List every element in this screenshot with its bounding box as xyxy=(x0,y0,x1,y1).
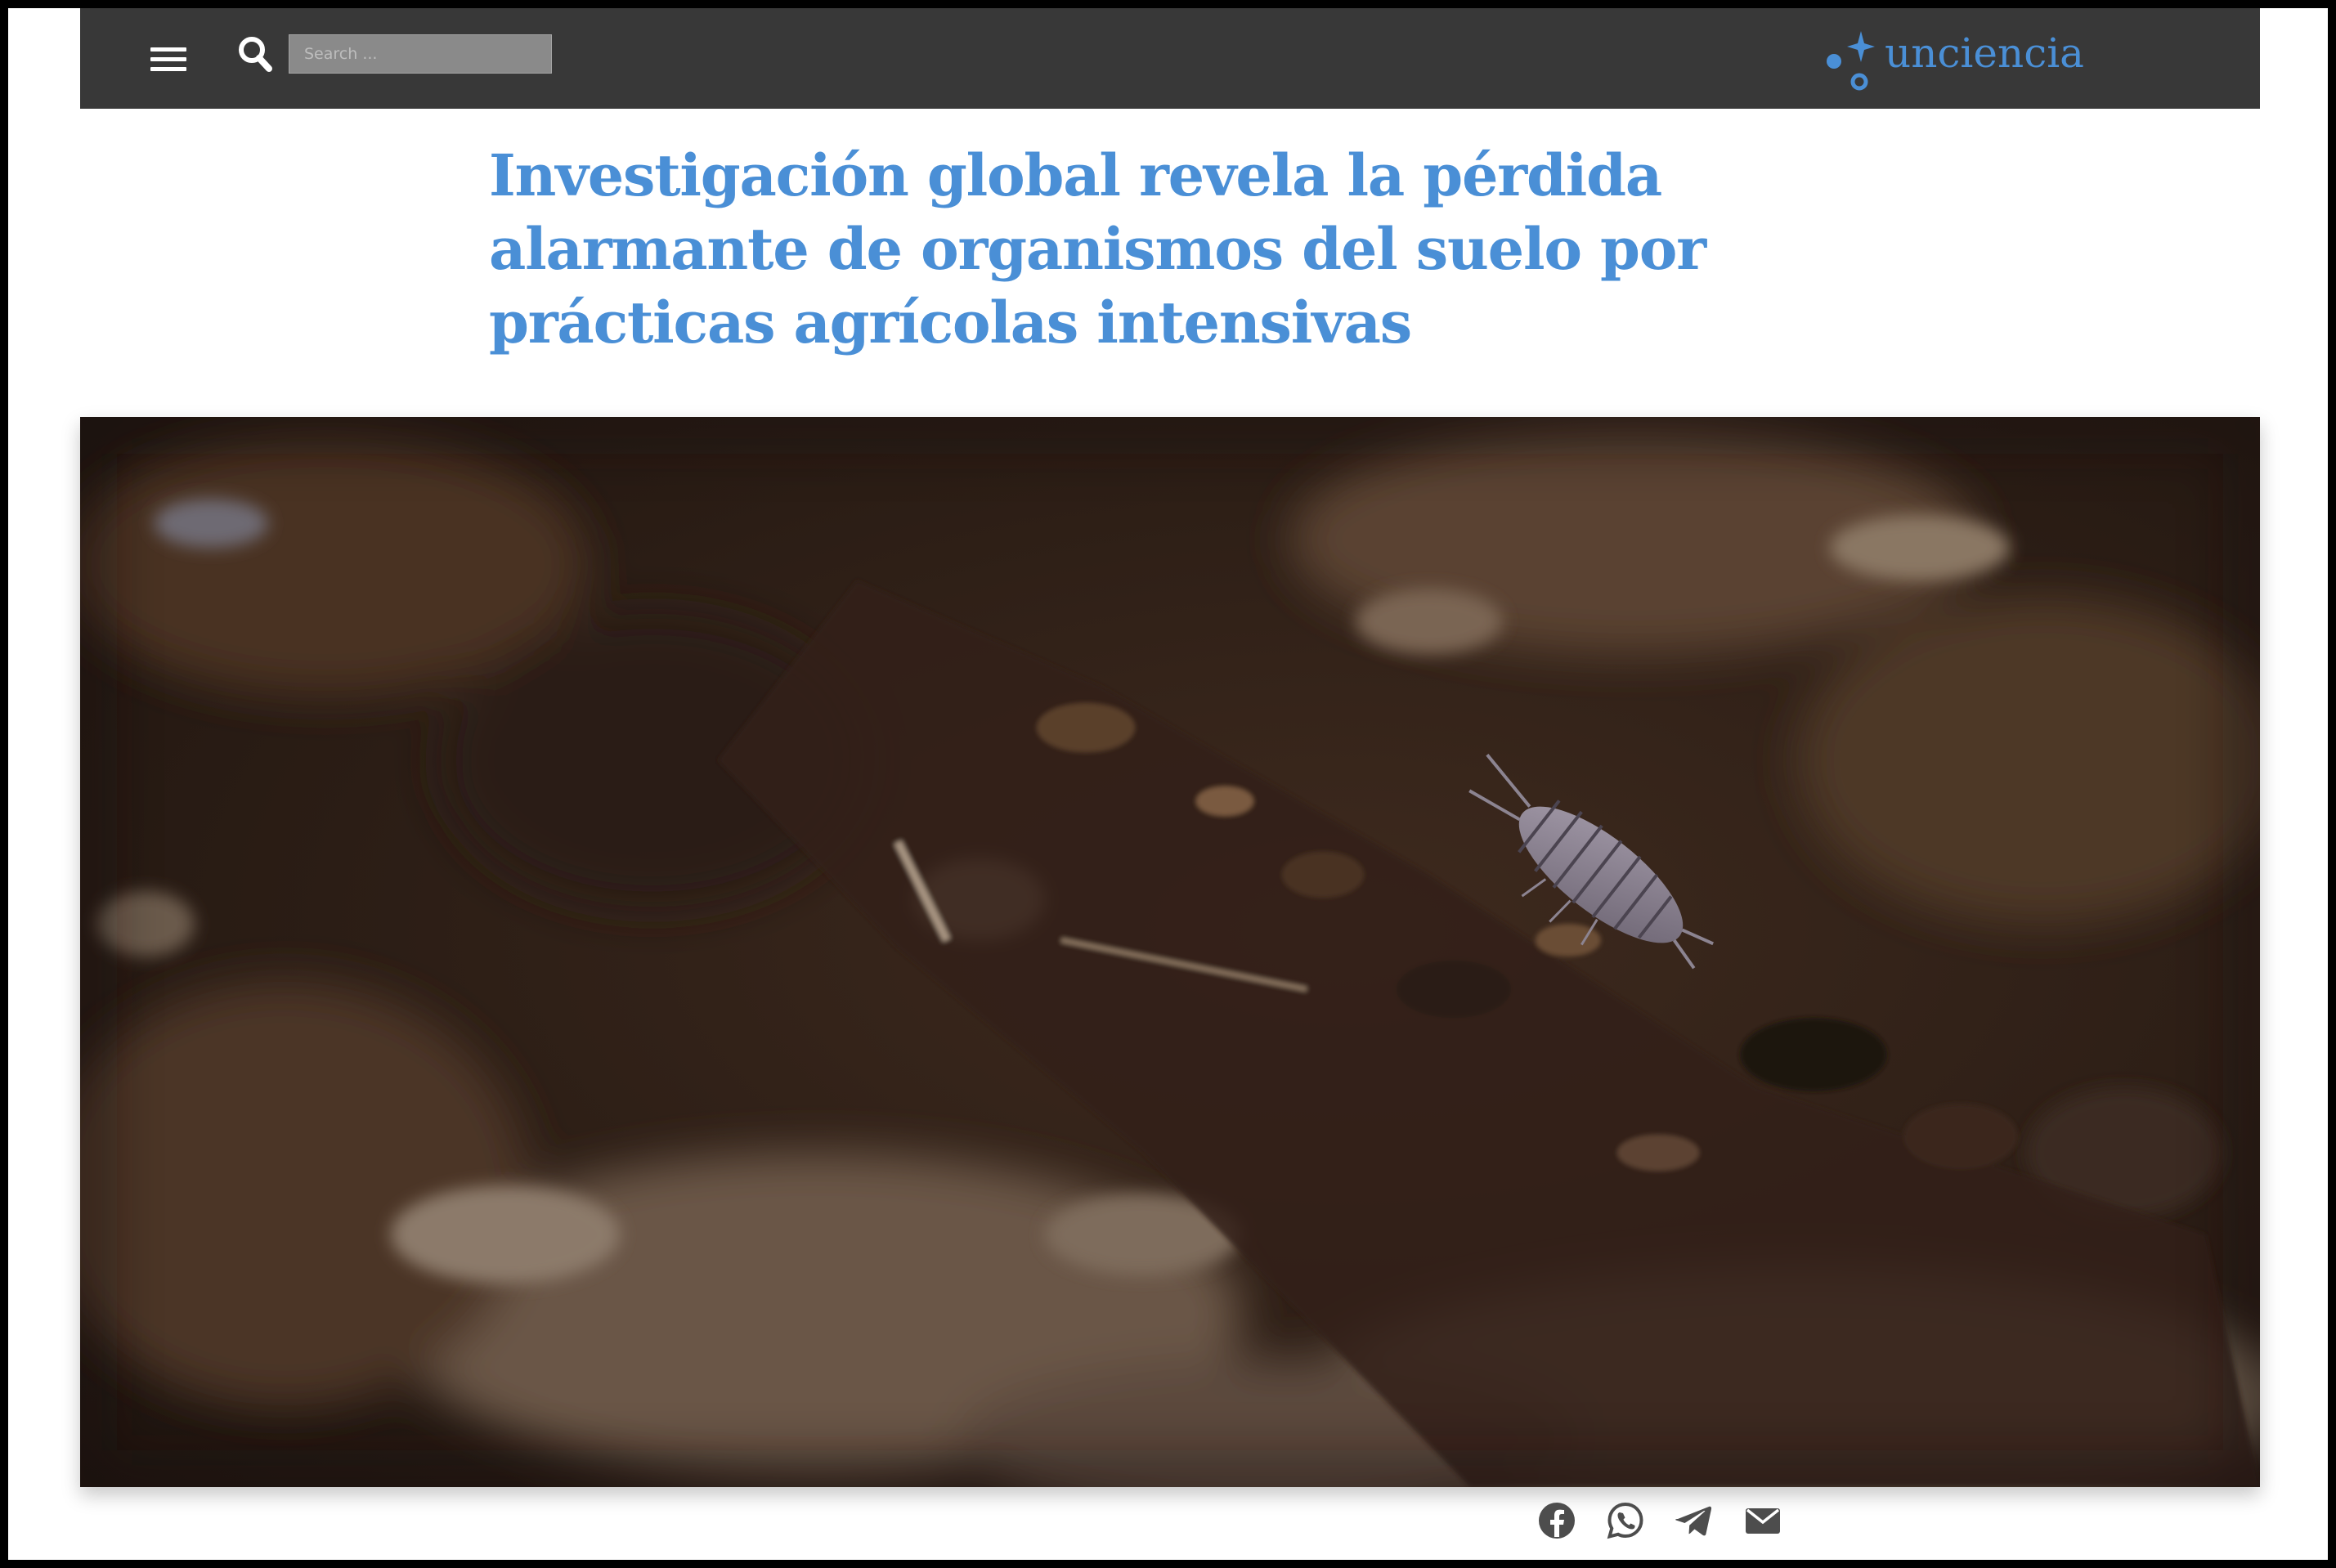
whatsapp-icon[interactable] xyxy=(1606,1501,1645,1540)
hamburger-menu-icon[interactable] xyxy=(146,41,191,78)
page: unciencia Investigación global revela la… xyxy=(8,8,2328,1560)
share-buttons xyxy=(1537,1496,1815,1542)
facebook-icon[interactable] xyxy=(1537,1501,1576,1540)
title-line: Investigación global revela la pérdida xyxy=(489,141,1662,209)
telegram-icon[interactable] xyxy=(1675,1501,1714,1540)
email-icon[interactable] xyxy=(1743,1501,1782,1540)
title-line: prácticas agrícolas intensivas xyxy=(489,289,1412,356)
search-icon[interactable] xyxy=(235,33,276,77)
top-navigation-bar: unciencia xyxy=(80,8,2260,109)
hero-image xyxy=(80,417,2260,1487)
logo-wordmark: unciencia xyxy=(1885,29,2084,77)
article-title: Investigación global revela la pérdida a… xyxy=(489,139,1715,360)
site-logo[interactable]: unciencia xyxy=(1823,23,2101,93)
search-input[interactable] xyxy=(289,34,552,74)
logo-mark-icon xyxy=(1827,31,1875,91)
title-line: alarmante de organismos del suelo por xyxy=(489,215,1706,283)
